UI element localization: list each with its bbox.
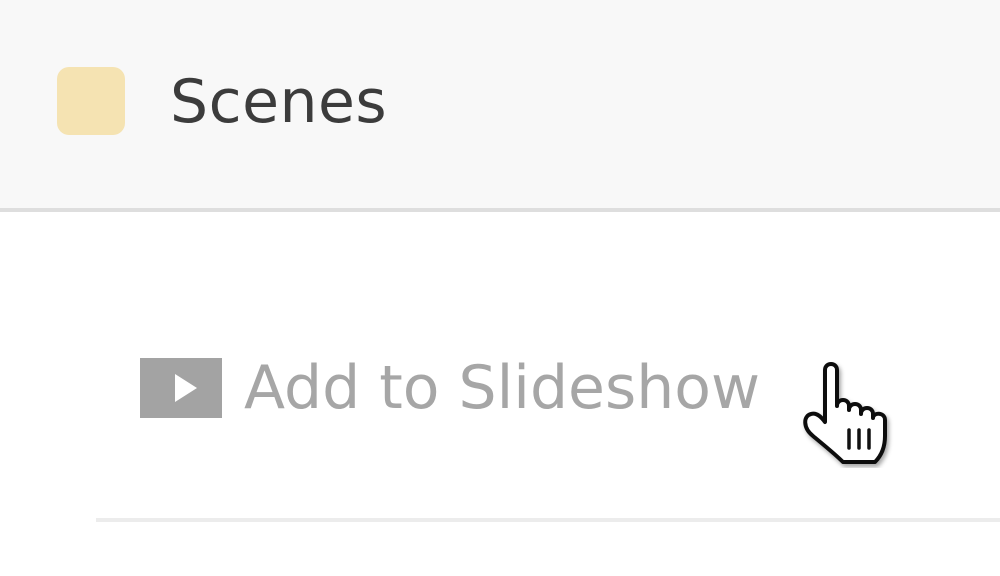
hand-pointer-icon [795, 356, 905, 468]
add-to-slideshow-label: Add to Slideshow [244, 353, 761, 423]
play-icon [140, 358, 222, 418]
menu-divider [96, 518, 1000, 522]
scenes-header: Scenes [0, 0, 1000, 212]
add-to-slideshow-button[interactable]: Add to Slideshow [140, 340, 760, 436]
scene-color-swatch [57, 67, 125, 135]
page-title: Scenes [170, 67, 388, 137]
